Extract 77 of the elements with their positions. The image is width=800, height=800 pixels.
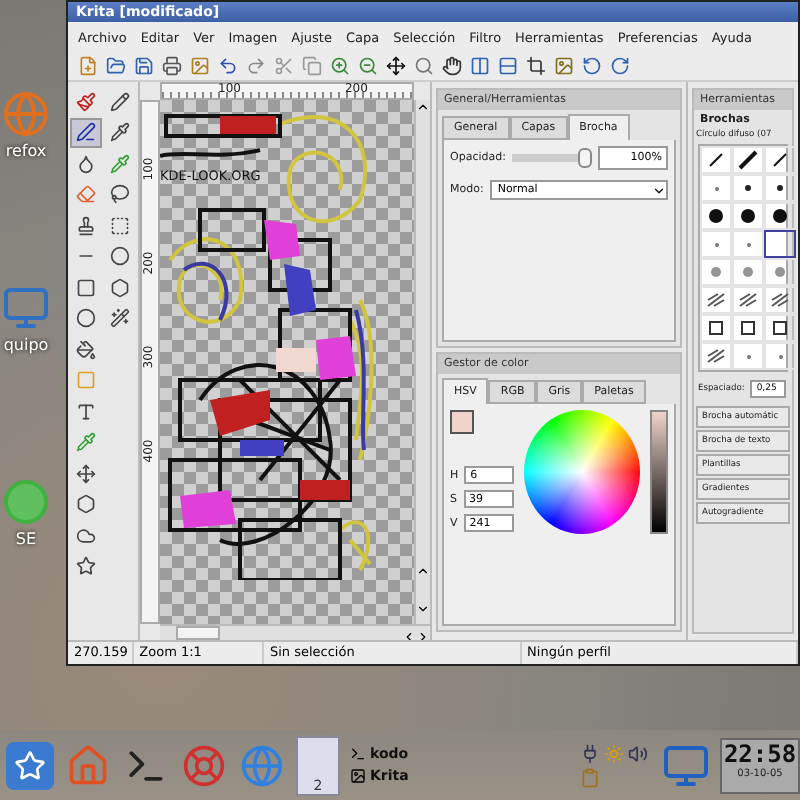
ellipseselect-tool-icon [110, 246, 130, 266]
slider-thumb[interactable] [577, 148, 592, 168]
hand-icon[interactable] [442, 56, 462, 76]
image-icon[interactable] [190, 56, 210, 76]
tool-button[interactable] [70, 117, 102, 147]
brush-tip-icon [744, 184, 752, 192]
columns-icon[interactable] [470, 56, 490, 76]
eraser-tool-icon [76, 184, 96, 204]
zoom-out-icon[interactable] [358, 56, 378, 76]
opacity-slider[interactable] [511, 148, 592, 168]
clone-tool-icon [110, 91, 130, 111]
star-tool-icon [76, 556, 96, 576]
terminal-icon [350, 746, 366, 762]
rows-icon[interactable] [498, 56, 518, 76]
pen-tool-icon [76, 122, 96, 142]
ellipse-tool-icon [76, 308, 96, 328]
k-menu-button[interactable] [6, 741, 54, 789]
search-icon[interactable] [414, 56, 434, 76]
scroll-down-icon[interactable] [416, 602, 430, 616]
image-icon[interactable] [554, 56, 574, 76]
move-arrows-icon[interactable] [386, 56, 406, 76]
brush-tip-icon [745, 353, 751, 359]
brush-tip-icon [777, 353, 783, 359]
wand-tool-icon [110, 308, 130, 328]
brush-tip-icon [774, 266, 786, 278]
desktop-icon-label[interactable]: quipo [3, 336, 49, 354]
value-bar[interactable] [649, 410, 668, 534]
print-icon[interactable] [162, 56, 182, 76]
brush-tip-icon [745, 241, 751, 247]
picker-tool-icon [110, 122, 130, 142]
horizontal-scrollbar[interactable] [160, 624, 430, 640]
speaker-icon[interactable] [628, 743, 648, 763]
brush-tip-icon [713, 185, 719, 191]
color-swatch[interactable] [450, 410, 474, 434]
dropper-tool-icon [76, 432, 96, 452]
brush-tip-icon [776, 184, 784, 192]
brush-tip-icon [742, 266, 754, 278]
crop-icon[interactable] [526, 56, 546, 76]
lasso-tool-icon [110, 184, 130, 204]
bucket-tool-icon [76, 339, 96, 359]
plug-icon[interactable] [580, 743, 600, 763]
undo-icon[interactable] [218, 56, 238, 76]
rotate-left-icon[interactable] [582, 56, 602, 76]
scroll-left-icon[interactable] [402, 630, 416, 644]
rotate-right-icon[interactable] [610, 56, 630, 76]
brush-tip-icon [770, 292, 790, 308]
stamp-tool-icon [76, 215, 96, 235]
clipboard-icon[interactable] [580, 767, 600, 787]
brush-tool-icon [76, 91, 96, 111]
brush-item[interactable] [764, 230, 796, 258]
scrollbar-thumb[interactable] [176, 626, 220, 640]
select-tool-icon [110, 215, 130, 235]
save-icon[interactable] [134, 56, 154, 76]
zoom-in-icon[interactable] [330, 56, 350, 76]
move-tool-icon [76, 463, 96, 483]
scroll-right-icon[interactable] [416, 630, 430, 644]
brush-tip-icon [706, 292, 726, 308]
brush-tip-icon [710, 266, 722, 278]
rect-tool-icon [76, 277, 96, 297]
gradient-tool-icon [76, 370, 96, 390]
text-tool-icon [76, 401, 96, 421]
scroll-up-icon[interactable] [416, 100, 430, 114]
dropper-tool-icon [110, 153, 130, 173]
open-folder-icon[interactable] [106, 56, 126, 76]
fill-tool-icon [76, 153, 96, 173]
brush-tip-icon [738, 292, 758, 308]
redo-icon[interactable] [246, 56, 266, 76]
cloud-tool-icon [76, 525, 96, 545]
new-file-icon[interactable] [78, 56, 98, 76]
brush-tip-icon [706, 348, 726, 364]
polygon-tool-icon [76, 494, 96, 514]
brush-tip-icon [713, 241, 719, 247]
polyselect-tool-icon [110, 277, 130, 297]
vertical-scrollbar[interactable] [414, 100, 430, 624]
image-icon [350, 768, 366, 784]
scroll-up-icon[interactable] [416, 564, 430, 578]
desktop-icon-label[interactable]: refox [5, 142, 47, 160]
